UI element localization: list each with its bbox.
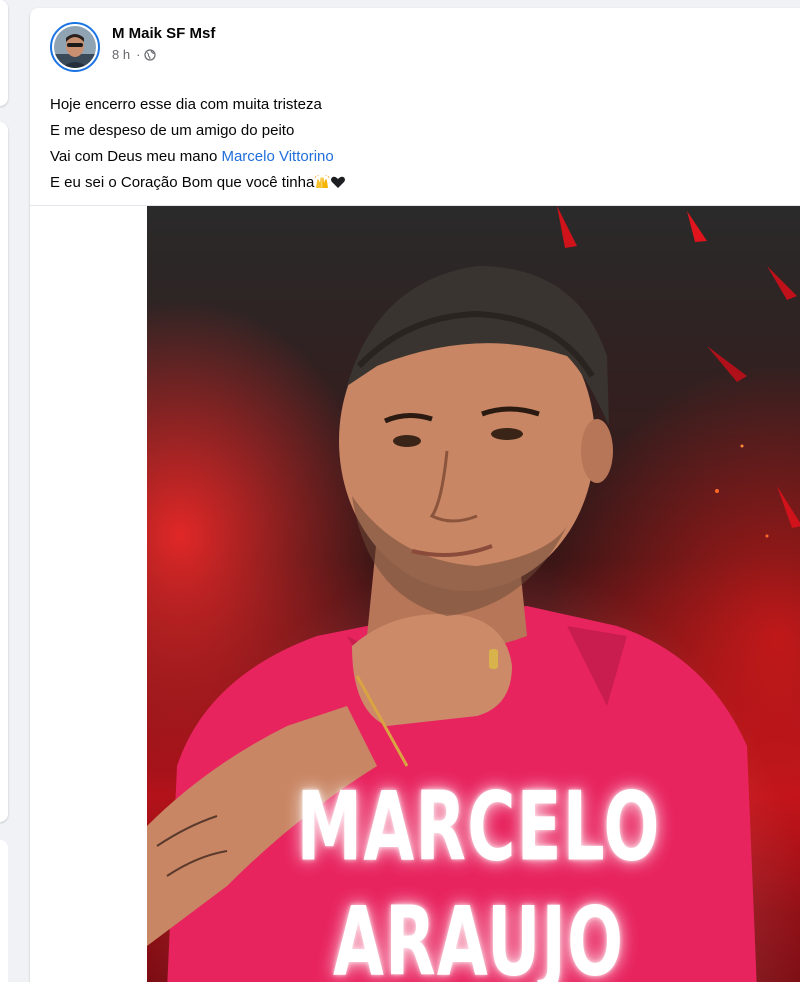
photo-overlay-line1: MARCELO: [296, 771, 661, 883]
line-text: Vai com Deus meu mano: [50, 148, 222, 165]
post-text: Hoje encerro esse dia com muita tristeza…: [50, 92, 346, 196]
mention-link[interactable]: Marcelo Vittorino: [221, 148, 333, 165]
post-header: M Maik SF Msf 8 h ·: [50, 22, 215, 72]
post-media: MARCELO ARAUJO: [30, 205, 800, 982]
feed-post: M Maik SF Msf 8 h · Hoje encerro esse di…: [30, 8, 800, 982]
post-text-line: Hoje encerro esse dia com muita tristeza: [50, 96, 322, 113]
globe-icon[interactable]: [144, 49, 157, 61]
photo-overlay-line2: ARAUJO: [332, 886, 625, 982]
left-column-card: [0, 840, 8, 982]
post-photo[interactable]: MARCELO ARAUJO: [147, 206, 800, 982]
raising-hands-emoji-icon: [314, 175, 330, 188]
meta-separator: ·: [136, 47, 141, 62]
author-name[interactable]: M Maik SF Msf: [112, 24, 215, 43]
post-text-line: Vai com Deus meu mano Marcelo Vittorino: [50, 144, 346, 170]
black-heart-emoji-icon: [331, 176, 346, 188]
left-column-card: [0, 122, 8, 822]
line-text: E eu sei o Coração Bom que você tinha: [50, 174, 315, 191]
post-text-line: E eu sei o Coração Bom que você tinha: [50, 170, 346, 196]
post-text-line: E me despeso de um amigo do peito: [50, 122, 295, 139]
post-meta: 8 h ·: [112, 47, 215, 63]
post-time[interactable]: 8 h: [112, 47, 130, 63]
avatar-image: [54, 26, 96, 68]
author-avatar[interactable]: [50, 22, 100, 72]
left-column-card: [0, 0, 8, 106]
